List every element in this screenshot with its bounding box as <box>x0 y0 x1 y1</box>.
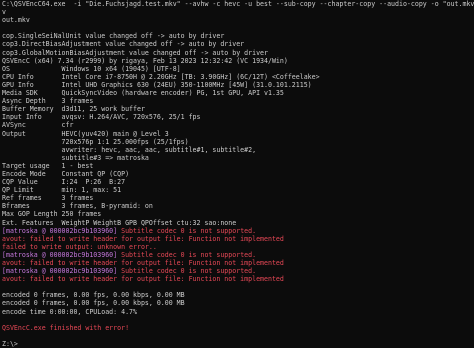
terminal-line: Bframes 3 frames, B-pyramid: on <box>2 202 474 210</box>
terminal-line: C:\QSVEncC64.exe -i "Die.Fuchsjagd.test.… <box>2 0 474 8</box>
terminal-line: QP Limit min: 1, max: 51 <box>2 186 474 194</box>
terminal-line: [matroska @ 000002bc9b103960] Subtitle c… <box>2 227 474 235</box>
terminal-text-segment: v <box>2 8 6 17</box>
terminal-text-segment: Subtitle codec 0 is not supported. <box>117 226 257 235</box>
terminal-text-segment: encoded 0 frames, 0.00 fps, 0.00 kbps, 0… <box>2 299 185 308</box>
terminal-line: [matroska @ 000002bc9b103960] Subtitle c… <box>2 251 474 259</box>
terminal-line: Ref frames 3 frames <box>2 194 474 202</box>
terminal-text-segment: QSVEncC.exe finished with error! <box>2 323 130 332</box>
terminal-line: Ext. Features WeightP WeightB GPB QPOffs… <box>2 219 474 227</box>
terminal-line: Media SDK QuickSyncVideo (hardware encod… <box>2 89 474 97</box>
terminal-line: Z:\> <box>2 340 474 348</box>
terminal-text-segment: cop.SingleSeiNalUnit value changed off -… <box>2 32 225 41</box>
terminal-output: C:\QSVEncC64.exe -i "Die.Fuchsjagd.test.… <box>2 0 474 348</box>
terminal-text-segment: QSVEncC (x64) 7.34 (r2999) by rigaya, Fe… <box>2 56 288 65</box>
terminal-text-segment: cop3.GlobalMotionBiasAdjustment value ch… <box>2 48 268 57</box>
terminal-line: Encode Mode Constant QP (CQP) <box>2 170 474 178</box>
terminal-line: cop3.DirectBiasAdjustment value changed … <box>2 40 474 48</box>
terminal-line: cop3.GlobalMotionBiasAdjustment value ch… <box>2 49 474 57</box>
terminal-line: failed to write output: unknown error.. <box>2 243 474 251</box>
terminal-line: GPU Info Intel UHD Graphics 630 (24EU) 3… <box>2 81 474 89</box>
terminal-text-segment: failed to write output: unknown error.. <box>2 242 157 251</box>
terminal-line: 720x576p 1:1 25.000fps (25/1fps) <box>2 138 474 146</box>
terminal-line: CPU Info Intel Core i7-8750H @ 2.20GHz [… <box>2 73 474 81</box>
terminal-line: avout: failed to write header for output… <box>2 259 474 267</box>
terminal-text-segment: Target usage 1 - best <box>2 161 94 170</box>
terminal-text-segment: Input Info avqsv: H.264/AVC, 720x576, 25… <box>2 113 201 122</box>
terminal-window[interactable]: C:\QSVEncC64.exe -i "Die.Fuchsjagd.test.… <box>0 0 474 348</box>
terminal-text-segment: Media SDK QuickSyncVideo (hardware encod… <box>2 89 284 98</box>
terminal-text-segment: [matroska @ 000002bc9b103960] <box>2 267 118 276</box>
terminal-line: out.mkv <box>2 16 474 24</box>
terminal-line: QSVEncC.exe finished with error! <box>2 324 474 332</box>
terminal-text-segment: cop3.DirectBiasAdjustment value changed … <box>2 40 245 49</box>
terminal-text-segment: Max GOP Length 250 frames <box>2 210 102 219</box>
terminal-line: Async Depth 3 frames <box>2 97 474 105</box>
terminal-text-segment: Z:\> <box>2 339 18 348</box>
terminal-text-segment: out.mkv <box>2 16 30 25</box>
terminal-line: subtitle#3 => matroska <box>2 154 474 162</box>
terminal-text-segment: CQP Value I:24 P:26 B:27 <box>2 178 126 187</box>
terminal-line: Max GOP Length 250 frames <box>2 210 474 218</box>
terminal-text-segment: encode time 0:00:00, CPULoad: 4.7% <box>2 307 137 316</box>
terminal-line: avout: failed to write header for output… <box>2 235 474 243</box>
terminal-line: avout: failed to write header for output… <box>2 275 474 283</box>
terminal-text-segment: encoded 0 frames, 0.00 fps, 0.00 kbps, 0… <box>2 291 185 300</box>
terminal-text-segment: OS Windows 10 x64 (19045) [UTF-8] <box>2 64 181 73</box>
terminal-line: CQP Value I:24 P:26 B:27 <box>2 178 474 186</box>
terminal-text-segment: [matroska @ 000002bc9b103960] <box>2 250 118 259</box>
terminal-line: QSVEncC (x64) 7.34 (r2999) by rigaya, Fe… <box>2 57 474 65</box>
terminal-text-segment: Ref frames 3 frames <box>2 194 94 203</box>
terminal-text-segment: GPU Info Intel UHD Graphics 630 (24EU) 3… <box>2 80 312 89</box>
terminal-line: Output HEVC(yuv420) main @ Level 3 <box>2 130 474 138</box>
terminal-text-segment: Buffer Memory d3d11, 25 work buffer <box>2 105 145 114</box>
terminal-line: Buffer Memory d3d11, 25 work buffer <box>2 105 474 113</box>
terminal-line: cop.SingleSeiNalUnit value changed off -… <box>2 32 474 40</box>
terminal-text-segment: Subtitle codec 0 is not supported. <box>117 250 257 259</box>
terminal-line: avwriter: hevc, aac, aac, subtitle#1, su… <box>2 146 474 154</box>
terminal-text-segment: [matroska @ 000002bc9b103960] <box>2 226 118 235</box>
terminal-line: OS Windows 10 x64 (19045) [UTF-8] <box>2 65 474 73</box>
terminal-line: AVSync cfr <box>2 121 474 129</box>
terminal-text-segment: Output HEVC(yuv420) main @ Level 3 <box>2 129 169 138</box>
terminal-text-segment: Subtitle codec 0 is not supported. <box>117 267 257 276</box>
terminal-text-segment: CPU Info Intel Core i7-8750H @ 2.20GHz [… <box>2 72 320 81</box>
terminal-text-segment: avout: failed to write header for output… <box>2 259 284 267</box>
terminal-text-segment: C:\QSVEncC64.exe -i "Die.Fuchsjagd.test.… <box>2 0 474 8</box>
terminal-line: [matroska @ 000002bc9b103960] Subtitle c… <box>2 267 474 275</box>
terminal-text-segment: subtitle#3 => matroska <box>2 153 149 162</box>
terminal-line: Target usage 1 - best <box>2 162 474 170</box>
terminal-text-segment: avout: failed to write header for output… <box>2 275 284 284</box>
terminal-text-segment: QP Limit min: 1, max: 51 <box>2 186 122 195</box>
terminal-text-segment: avwriter: hevc, aac, aac, subtitle#1, su… <box>2 145 257 154</box>
terminal-text-segment: Ext. Features WeightP WeightB GPB QPOffs… <box>2 218 237 227</box>
terminal-text-segment: 720x576p 1:1 25.000fps (25/1fps) <box>2 137 189 146</box>
terminal-text-segment: Async Depth 3 frames <box>2 97 94 106</box>
terminal-line: encoded 0 frames, 0.00 fps, 0.00 kbps, 0… <box>2 291 474 299</box>
terminal-text-segment: Bframes 3 frames, B-pyramid: on <box>2 202 153 211</box>
terminal-text-segment: Encode Mode Constant QP (CQP) <box>2 169 130 178</box>
terminal-line: Input Info avqsv: H.264/AVC, 720x576, 25… <box>2 113 474 121</box>
terminal-line: encode time 0:00:00, CPULoad: 4.7% <box>2 308 474 316</box>
terminal-line: v <box>2 8 474 16</box>
terminal-text-segment: AVSync cfr <box>2 121 74 130</box>
terminal-line: encoded 0 frames, 0.00 fps, 0.00 kbps, 0… <box>2 299 474 307</box>
terminal-text-segment: avout: failed to write header for output… <box>2 234 284 243</box>
